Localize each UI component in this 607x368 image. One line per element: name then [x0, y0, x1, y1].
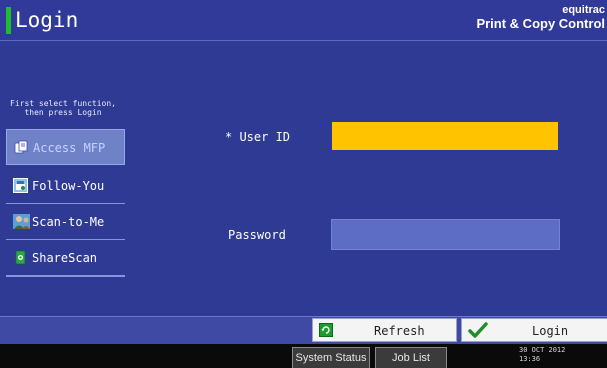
instruction-line-1: First select function, [10, 99, 116, 108]
follow-you-icon [13, 178, 28, 193]
sidebar-item-sharescan[interactable]: ShareScan [6, 240, 125, 276]
brand-logo: equitrac Print & Copy Control [476, 4, 605, 32]
refresh-button[interactable]: Refresh [312, 318, 457, 342]
sidebar-item-access-mfp[interactable]: Access MFP [6, 129, 125, 165]
refresh-label: Refresh [374, 324, 425, 338]
sidebar-item-label: Follow-You [32, 179, 105, 193]
page-title: Login [15, 8, 79, 32]
sidebar-item-label: Access MFP [33, 141, 106, 155]
time-text: 13:36 [519, 355, 541, 363]
date-time: 30 OCT 2012 13:36 [519, 346, 565, 364]
login-button[interactable]: Login [461, 318, 607, 342]
header-bar: Login equitrac Print & Copy Control [0, 0, 607, 41]
document-icon [14, 140, 29, 155]
sidebar-instruction: First select function, then press Login [2, 99, 124, 117]
title-accent-bar [6, 7, 11, 34]
instruction-line-2: then press Login [24, 108, 102, 117]
userid-input[interactable] [332, 122, 558, 150]
sidebar-item-follow-you[interactable]: Follow-You [6, 168, 125, 204]
password-input[interactable] [331, 219, 560, 250]
brand-name: equitrac [562, 4, 605, 16]
userid-label: * User ID [225, 130, 291, 144]
sharescan-icon [13, 250, 28, 265]
login-screen: Login equitrac Print & Copy Control Firs… [0, 0, 607, 368]
date-text: 30 OCT 2012 [519, 346, 566, 354]
sidebar-item-scan-to-me[interactable]: Scan-to-Me [6, 204, 125, 240]
person-icon [13, 214, 30, 229]
sidebar-divider [6, 276, 125, 277]
sidebar-item-label: Scan-to-Me [32, 215, 105, 229]
refresh-icon [319, 323, 333, 337]
system-status-button[interactable]: System Status [292, 347, 370, 368]
brand-tagline: Print & Copy Control [476, 16, 605, 31]
password-label: Password [228, 228, 286, 242]
job-list-button[interactable]: Job List [375, 347, 447, 368]
checkmark-icon [468, 321, 488, 339]
login-label: Login [532, 324, 569, 338]
sidebar-item-label: ShareScan [32, 251, 98, 265]
